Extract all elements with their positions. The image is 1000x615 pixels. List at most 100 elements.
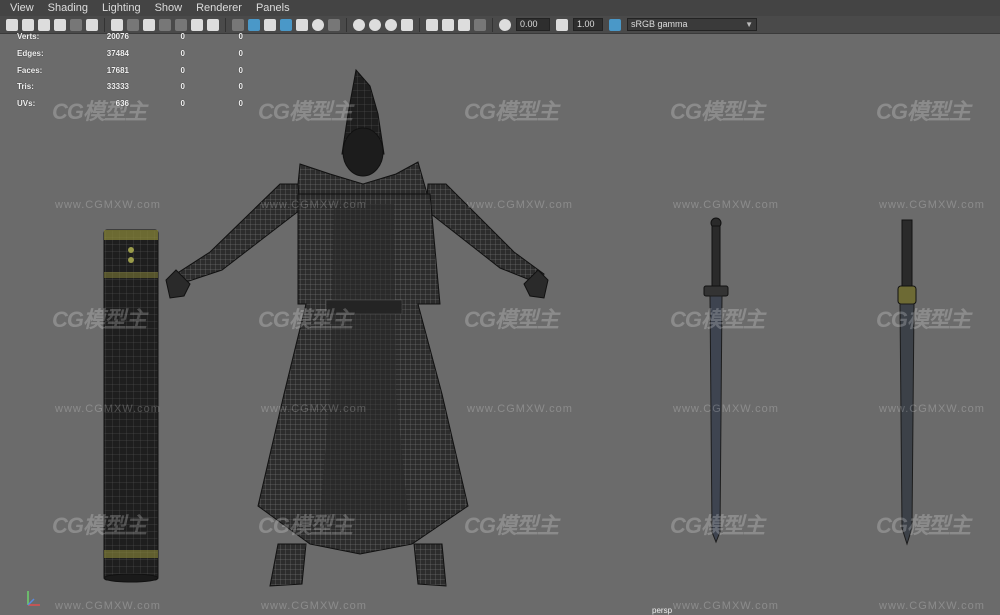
film-gate-icon[interactable] [127,18,139,31]
gamma-icon[interactable] [556,18,568,31]
xray-joints-icon[interactable] [458,18,470,31]
hud-value: 0 [238,82,243,92]
watermark-logo: CG模型主 [670,99,765,124]
watermark-logo: CG模型主 [876,513,971,538]
toolbar-separator [492,17,493,32]
menu-view[interactable]: View [10,2,34,14]
toolbar-separator [419,17,420,32]
sword-model[interactable] [703,217,729,544]
hud-label: Tris: [17,82,34,92]
watermark-logo: CG模型主 [464,99,559,124]
menu-renderer[interactable]: Renderer [196,2,242,14]
hud-value: 0 [238,65,243,75]
hud-value: 0 [180,65,185,75]
resolution-gate-icon[interactable] [143,18,155,31]
watermark-url: www.CGMXW.com [673,600,779,612]
xray-components-icon[interactable] [474,18,486,31]
menu-panels[interactable]: Panels [256,2,290,14]
view-transform-dropdown[interactable]: sRGB gamma ▼ [627,18,757,31]
safe-action-icon[interactable] [191,18,203,31]
watermark-url: www.CGMXW.com [673,199,779,211]
anti-aliasing-icon[interactable] [385,18,397,31]
field-chart-icon[interactable] [175,18,187,31]
watermark-logo: CG模型主 [464,513,559,538]
textured-icon[interactable] [296,18,308,31]
watermark-logo: CG模型主 [258,99,353,124]
watermark-logo: CG模型主 [258,513,353,538]
3d-viewport[interactable]: CG模型主 CG模型主 CG模型主 CG模型主 CG模型主 www.CGMXW.… [0,34,1000,613]
safe-title-icon[interactable] [207,18,219,31]
watermark-url: www.CGMXW.com [55,600,161,612]
hud-value: 20076 [106,32,129,41]
2d-pan-zoom-icon[interactable] [70,18,82,31]
watermark-url: www.CGMXW.com [673,403,779,415]
shadows-icon[interactable] [328,18,340,31]
use-lights-icon[interactable] [312,18,324,31]
menu-show[interactable]: Show [155,2,183,14]
wireframe-on-shaded-icon[interactable] [280,18,292,31]
depth-of-field-icon[interactable] [401,18,413,31]
hud-value: 0 [180,99,185,109]
hud-value: 17681 [106,65,129,75]
watermark-url: www.CGMXW.com [261,199,367,211]
watermark-url: www.CGMXW.com [879,600,985,612]
grease-pencil-icon[interactable] [86,18,98,31]
hud-label: Verts: [17,32,40,41]
watermark-logo: CG模型主 [52,307,147,332]
grid-icon[interactable] [111,18,123,31]
hud-value: 37484 [106,48,129,58]
hud-label: Faces: [17,65,43,75]
menu-shading[interactable]: Shading [48,2,88,14]
camera-select-icon[interactable] [6,18,18,31]
hud-value: 0 [180,82,185,92]
view-transform-value: sRGB gamma [631,19,688,29]
watermark-url: www.CGMXW.com [261,600,367,612]
watermark-url: www.CGMXW.com [879,403,985,415]
gamma-field[interactable]: 1.00 [573,18,603,31]
gate-mask-icon[interactable] [159,18,171,31]
color-management-icon[interactable] [609,18,621,31]
hud-value: 636 [115,99,129,109]
menu-lighting[interactable]: Lighting [102,2,141,14]
hud-value: 0 [180,48,185,58]
wireframe-icon[interactable] [232,18,244,31]
view-axis-icon [27,591,40,606]
hud-value: 0 [180,32,185,41]
toolbar-separator [225,17,226,32]
watermark-logo: CG模型主 [876,307,971,332]
hud-value: 33333 [106,82,129,92]
watermark-url: www.CGMXW.com [55,199,161,211]
default-material-icon[interactable] [264,18,276,31]
chevron-down-icon: ▼ [745,20,753,29]
bookmark-icon[interactable] [38,18,50,31]
camera-attributes-icon[interactable] [22,18,34,31]
motion-blur-icon[interactable] [369,18,381,31]
watermark-url: www.CGMXW.com [55,403,161,415]
isolate-select-icon[interactable] [426,18,438,31]
hud-value: 0 [238,99,243,109]
poly-count-hud: Verts: 20076 0 0 Edges: 37484 0 0 Faces:… [17,32,243,116]
toolbar-separator [346,17,347,32]
hud-row-faces: Faces: 17681 0 0 [17,65,243,83]
watermark-logo: CG模型主 [464,307,559,332]
toolbar-separator [104,17,105,32]
exposure-field[interactable]: 0.00 [516,18,550,31]
watermark-logo: CG模型主 [670,307,765,332]
watermark-url: www.CGMXW.com [879,199,985,211]
camera-name-label: persp [652,606,673,615]
exposure-icon[interactable] [499,18,511,31]
xray-icon[interactable] [442,18,454,31]
panel-menu-bar: View Shading Lighting Show Renderer Pane… [0,0,1000,16]
sword-model[interactable] [897,219,917,546]
watermark-logo: CG模型主 [52,513,147,538]
watermark-logo: CG模型主 [258,307,353,332]
ambient-occlusion-icon[interactable] [353,18,365,31]
watermark-url: www.CGMXW.com [261,403,367,415]
hud-row-tris: Tris: 33333 0 0 [17,82,243,99]
hud-label: Edges: [17,48,44,58]
watermark-url: www.CGMXW.com [467,199,573,211]
smooth-shade-icon[interactable] [248,18,260,31]
hud-label: UVs: [17,99,36,109]
image-plane-icon[interactable] [54,18,66,31]
watermark-logo: CG模型主 [670,513,765,538]
